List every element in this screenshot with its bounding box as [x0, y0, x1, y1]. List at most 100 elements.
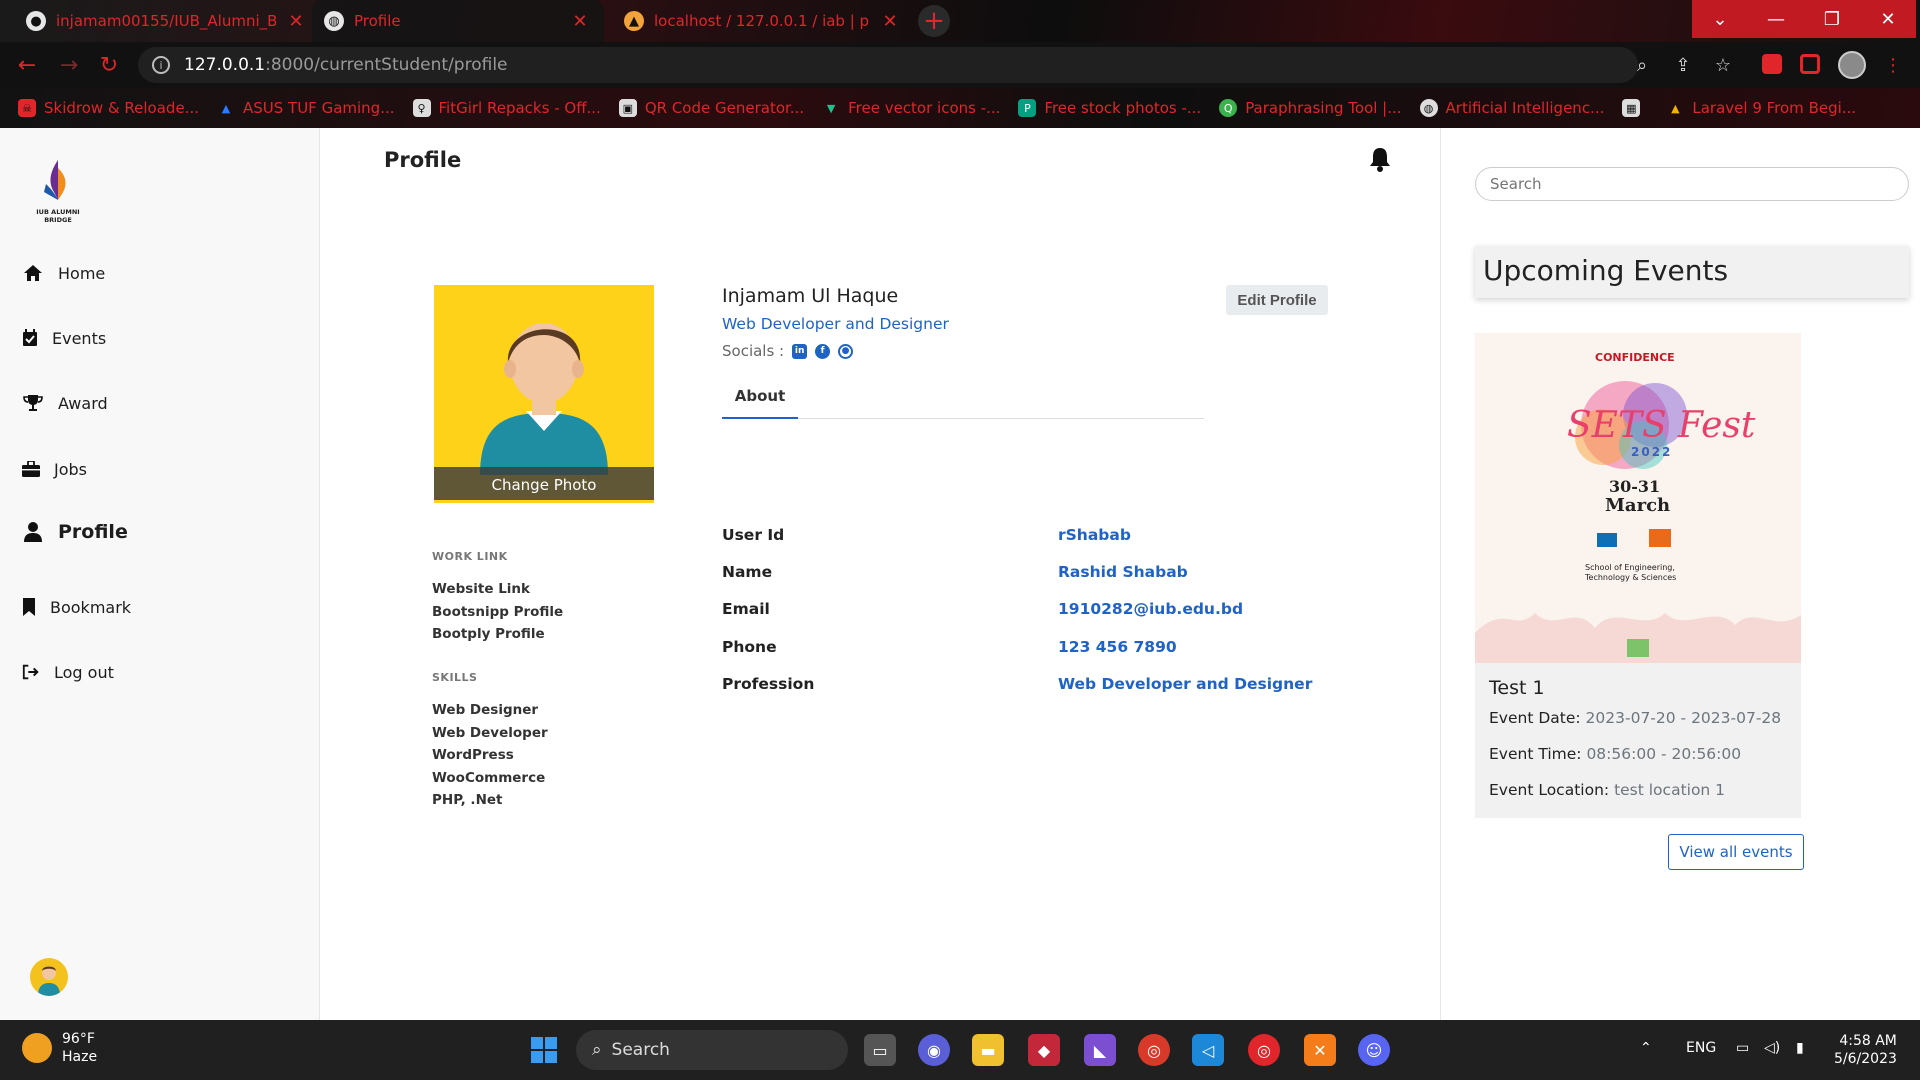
search-input[interactable] [1475, 167, 1909, 201]
bookmark-item[interactable]: ▼ Free vector icons -... [822, 99, 1001, 117]
star-icon[interactable]: ☆ [1708, 50, 1738, 80]
bookmark-item[interactable]: ☠ Skidrow & Reloade... [18, 99, 199, 117]
web-page: IUB ALUMNI BRIDGE Home Events Award Jobs [0, 128, 1920, 1020]
info-value: rShabab [1058, 526, 1131, 544]
browser-tab-profile[interactable]: ◍ Profile ✕ [312, 0, 604, 42]
file-explorer-icon[interactable]: ▬ [972, 1034, 1004, 1066]
sidebar-item-label: Jobs [54, 459, 87, 479]
battery-icon[interactable]: ▮ [1796, 1040, 1804, 1056]
browser-tab-phpmyadmin[interactable]: ▲ localhost / 127.0.0.1 / iab | phpMyAdm… [612, 0, 912, 42]
network-icon[interactable]: ▭ [1736, 1040, 1749, 1056]
chrome-icon[interactable]: ◎ [1138, 1034, 1170, 1066]
page-title: Profile [384, 148, 462, 172]
vscode-icon[interactable]: ◁ [1192, 1034, 1224, 1066]
fitgirl-icon: ♀ [412, 99, 431, 117]
user-avatar[interactable] [30, 958, 68, 996]
sidebar-item-home[interactable]: Home [22, 262, 105, 284]
event-poster[interactable]: CONFIDENCE SETS Fest 2022 30-31 March Sc… [1475, 333, 1801, 663]
browser-tab-github[interactable]: ● injamam00155/IUB_Alumni_Bridge ✕ [14, 0, 318, 42]
minimize-button[interactable]: — [1748, 0, 1804, 38]
poster-dates: 30-31 [1609, 477, 1661, 496]
asus-icon: ▲ [221, 101, 231, 115]
work-link-item[interactable]: Website Link [432, 578, 563, 601]
info-row-email: Email 1910282@iub.edu.bd [722, 600, 1362, 624]
bookmark-item[interactable]: ♀ FitGirl Repacks - Off... [412, 99, 601, 117]
taskbar-search[interactable]: ⌕ Search [576, 1030, 848, 1070]
visual-studio-icon[interactable]: ◣ [1084, 1034, 1116, 1066]
right-panel: Upcoming Events CONFIDENCE SETS Fest 202… [1440, 128, 1920, 1020]
sidebar-item-jobs[interactable]: Jobs [22, 458, 87, 480]
sidepanel-icon[interactable] [1800, 54, 1820, 74]
new-tab-button[interactable]: + [918, 5, 950, 37]
close-window-button[interactable]: ✕ [1860, 0, 1916, 38]
haze-icon [22, 1033, 52, 1063]
share-icon[interactable]: ⇪ [1668, 50, 1698, 80]
iub-alumni-bridge-logo[interactable]: IUB ALUMNI BRIDGE [30, 158, 86, 228]
sidebar-item-bookmark[interactable]: Bookmark [22, 596, 131, 618]
work-link-item[interactable]: Bootply Profile [432, 623, 563, 646]
forward-button[interactable]: → [54, 50, 84, 80]
close-icon[interactable]: ✕ [880, 11, 900, 32]
start-icon[interactable] [528, 1034, 560, 1066]
app-icon[interactable]: ◆ [1028, 1034, 1060, 1066]
bookmark-item[interactable]: ▦ [1622, 99, 1648, 117]
chat-icon[interactable]: ◉ [918, 1034, 950, 1066]
tab-about[interactable]: About [722, 383, 798, 419]
discord-icon[interactable]: ☺ [1358, 1034, 1390, 1066]
zoom-icon[interactable]: ⌕ [1627, 50, 1657, 80]
xampp-icon[interactable]: ✕ [1304, 1034, 1336, 1066]
upcoming-events-title: Upcoming Events [1475, 246, 1909, 298]
close-icon[interactable]: ✕ [570, 11, 590, 32]
view-all-events-button[interactable]: View all events [1668, 834, 1804, 870]
close-icon[interactable]: ✕ [286, 11, 306, 32]
tab-title: injamam00155/IUB_Alumni_Bridge [56, 12, 276, 30]
tab-search-button[interactable]: ⌄ [1692, 0, 1748, 38]
reload-button[interactable]: ↻ [94, 50, 124, 80]
sidebar-item-logout[interactable]: Log out [22, 661, 114, 683]
clock-time: 4:58 AM [1839, 1033, 1897, 1049]
work-link-item[interactable]: Bootsnipp Profile [432, 601, 563, 624]
bookmark-item[interactable]: P Free stock photos -... [1018, 99, 1201, 117]
volume-icon[interactable]: ◁) [1764, 1040, 1780, 1056]
linkedin-icon[interactable]: in [792, 343, 808, 359]
github-icon[interactable]: ● [838, 343, 854, 359]
edit-profile-button[interactable]: Edit Profile [1226, 285, 1328, 315]
bookmark-item[interactable]: ▣ QR Code Generator... [618, 99, 805, 117]
info-key: Email [722, 600, 770, 618]
chrome-active-icon[interactable]: ◎ [1248, 1034, 1280, 1066]
system-clock[interactable]: 4:58 AM 5/6/2023 [1834, 1032, 1897, 1068]
profile-name: Injamam Ul Haque [722, 285, 899, 307]
sidebar-item-label: Home [58, 263, 106, 283]
back-button[interactable]: ← [12, 50, 42, 80]
facebook-icon[interactable]: f [815, 343, 831, 359]
sidebar-item-label: Profile [58, 521, 128, 543]
restore-button[interactable]: ❐ [1804, 0, 1860, 38]
sidebar-item-award[interactable]: Award [22, 392, 108, 414]
chevron-up-icon[interactable]: ⌃ [1640, 1040, 1652, 1056]
home-icon [22, 262, 44, 284]
bookmark-item[interactable]: ▲ Laravel 9 From Begi... [1666, 99, 1856, 117]
address-bar[interactable]: i 127.0.0.1:8000/currentStudent/profile [138, 47, 1638, 83]
work-link-heading: WORK LINK [432, 550, 508, 563]
weather-temp: 96°F [62, 1031, 95, 1047]
browser-profile-avatar[interactable] [1838, 51, 1866, 79]
skill-item: WordPress [432, 747, 514, 763]
sidebar-item-profile[interactable]: Profile [22, 521, 128, 543]
menu-dots-icon[interactable]: ⋮ [1878, 50, 1908, 80]
weather-widget[interactable]: 96°F Haze [22, 1030, 97, 1066]
logout-icon [22, 661, 40, 683]
info-icon[interactable]: i [152, 56, 170, 74]
bookmark-item[interactable]: Q Paraphrasing Tool |... [1219, 99, 1402, 117]
language-indicator[interactable]: ENG [1686, 1040, 1716, 1056]
bookmark-item[interactable]: ▲ ASUS TUF Gaming... [217, 99, 395, 117]
bookmark-label: QR Code Generator... [644, 99, 805, 117]
extension-icon[interactable] [1762, 54, 1782, 74]
sidebar-item-events[interactable]: Events [22, 327, 106, 349]
bell-icon[interactable] [1368, 146, 1394, 172]
bookmark-item[interactable]: ◍ Artificial Intelligenc... [1419, 99, 1604, 117]
bookmark-label: Skidrow & Reloade... [44, 99, 199, 117]
skill-item: PHP, .Net [432, 792, 503, 808]
task-view-icon[interactable]: ▭ [864, 1034, 896, 1066]
change-photo-button[interactable]: Change Photo [434, 467, 654, 503]
url-text: 127.0.0.1:8000/currentStudent/profile [184, 55, 508, 75]
